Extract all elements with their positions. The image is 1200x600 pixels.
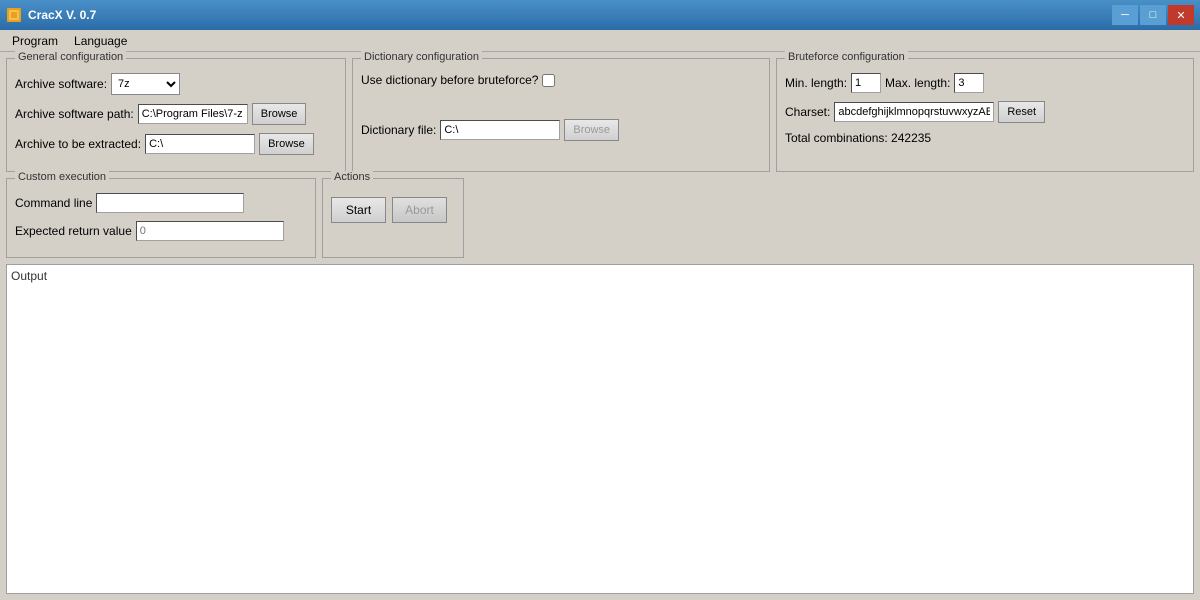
minimize-button[interactable]: ─ <box>1112 5 1138 25</box>
expected-return-row: Expected return value <box>15 221 307 241</box>
dict-file-row: Dictionary file: Browse <box>361 119 761 141</box>
expected-return-input[interactable] <box>136 221 284 241</box>
actions-panel: Actions Start Abort <box>322 178 464 258</box>
top-panels: General configuration Archive software: … <box>6 58 1194 172</box>
archive-extract-input[interactable] <box>145 134 255 154</box>
use-dict-row: Use dictionary before bruteforce? <box>361 73 761 87</box>
actions-title: Actions <box>331 171 373 183</box>
archive-path-label: Archive software path: <box>15 107 134 121</box>
dict-file-label: Dictionary file: <box>361 123 436 137</box>
brute-config-title: Bruteforce configuration <box>785 51 908 63</box>
length-row: Min. length: Max. length: <box>785 73 1185 93</box>
command-line-input[interactable] <box>96 193 244 213</box>
charset-input[interactable] <box>834 102 994 122</box>
menu-language[interactable]: Language <box>66 32 135 50</box>
output-label: Output <box>11 269 47 283</box>
use-dict-label: Use dictionary before bruteforce? <box>361 73 538 87</box>
restore-button[interactable]: □ <box>1140 5 1166 25</box>
archive-software-select[interactable]: 7z WinRAR WinZip <box>111 73 180 95</box>
archive-extract-label: Archive to be extracted: <box>15 137 141 151</box>
close-button[interactable]: ✕ <box>1168 5 1194 25</box>
command-line-label: Command line <box>15 196 92 210</box>
window-title: CracX V. 0.7 <box>28 8 96 22</box>
expected-return-label: Expected return value <box>15 224 132 238</box>
window-controls: ─ □ ✕ <box>1112 5 1194 25</box>
total-combinations-row: Total combinations: 242235 <box>785 131 1185 145</box>
dict-config-panel: Dictionary configuration Use dictionary … <box>352 58 770 172</box>
actions-buttons: Start Abort <box>331 197 455 223</box>
total-combinations-label: Total combinations: 242235 <box>785 131 931 145</box>
title-bar-left: CracX V. 0.7 <box>6 7 96 23</box>
dict-file-browse-button[interactable]: Browse <box>564 119 619 141</box>
abort-button[interactable]: Abort <box>392 197 447 223</box>
custom-exec-panel: Custom execution Command line Expected r… <box>6 178 316 258</box>
menu-program[interactable]: Program <box>4 32 66 50</box>
menu-bar: Program Language <box>0 30 1200 52</box>
start-button[interactable]: Start <box>331 197 386 223</box>
archive-software-row: Archive software: 7z WinRAR WinZip <box>15 73 337 95</box>
main-content: General configuration Archive software: … <box>0 52 1200 600</box>
archive-path-row: Archive software path: Browse <box>15 103 337 125</box>
custom-exec-title: Custom execution <box>15 171 109 183</box>
output-panel: Output <box>6 264 1194 594</box>
archive-software-label: Archive software: <box>15 77 107 91</box>
dict-config-title: Dictionary configuration <box>361 51 482 63</box>
brute-config-panel: Bruteforce configuration Min. length: Ma… <box>776 58 1194 172</box>
archive-path-browse-button[interactable]: Browse <box>252 103 307 125</box>
use-dict-checkbox[interactable] <box>542 74 555 87</box>
general-config-panel: General configuration Archive software: … <box>6 58 346 172</box>
archive-extract-row: Archive to be extracted: Browse <box>15 133 337 155</box>
charset-reset-button[interactable]: Reset <box>998 101 1045 123</box>
archive-extract-browse-button[interactable]: Browse <box>259 133 314 155</box>
archive-path-input[interactable] <box>138 104 248 124</box>
min-length-label: Min. length: <box>785 76 847 90</box>
min-length-input[interactable] <box>851 73 881 93</box>
charset-label: Charset: <box>785 105 830 119</box>
general-config-title: General configuration <box>15 51 126 63</box>
command-line-row: Command line <box>15 193 307 213</box>
app-icon <box>6 7 22 23</box>
dict-file-input[interactable] <box>440 120 560 140</box>
title-bar: CracX V. 0.7 ─ □ ✕ <box>0 0 1200 30</box>
max-length-label: Max. length: <box>885 76 950 90</box>
max-length-input[interactable] <box>954 73 984 93</box>
charset-row: Charset: Reset <box>785 101 1185 123</box>
bottom-panels: Custom execution Command line Expected r… <box>6 178 1194 258</box>
